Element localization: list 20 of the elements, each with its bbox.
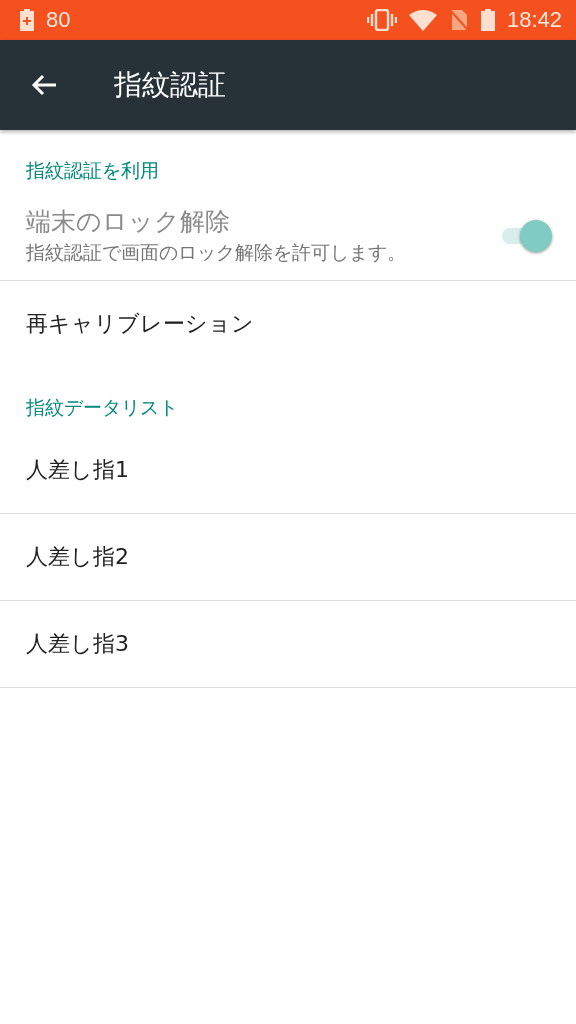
list-item[interactable]: 人差し指2 (0, 514, 576, 601)
setting-title: 端末のロック解除 (26, 205, 231, 238)
list-item[interactable]: 人差し指3 (0, 601, 576, 688)
battery-level: 80 (46, 7, 71, 33)
item-title: 人差し指3 (26, 630, 129, 658)
list-item[interactable]: 再キャリブレーション (0, 281, 576, 367)
list-item[interactable]: 人差し指1 (0, 427, 576, 514)
screen-title: 指紋認証 (114, 67, 226, 103)
section-header: 指紋認証を利用 (25, 158, 160, 183)
vibrate-icon (366, 9, 397, 31)
section-header: 指紋データリスト (25, 395, 179, 420)
setting-summary: 指紋認証で画面のロック解除を許可します。 (26, 239, 407, 265)
item-title: 人差し指2 (26, 543, 129, 571)
clock-time: 18:42 (506, 7, 562, 33)
item-title: 人差し指1 (26, 456, 129, 484)
back-arrow-icon (30, 73, 58, 97)
item-title: 再キャリブレーション (26, 310, 254, 338)
battery-icon (480, 9, 495, 31)
battery-charging-icon (20, 9, 34, 31)
wifi-icon (408, 9, 437, 31)
